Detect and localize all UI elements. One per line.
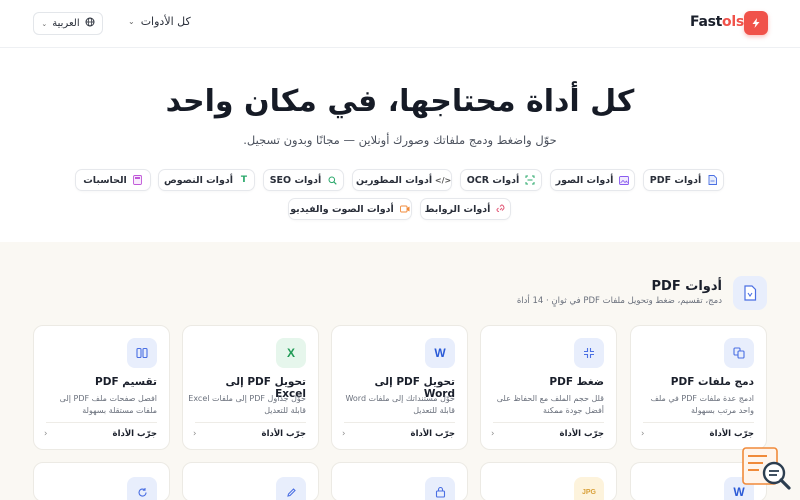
tool-description: ادمج عدة ملفات PDF في ملف واحد مرتب بسهو… — [650, 394, 754, 415]
chevron-down-icon: ⌄ — [128, 17, 135, 26]
split-icon — [127, 338, 157, 368]
category-chip-seo[interactable]: أدوات SEO — [263, 169, 344, 191]
tool-card-jpg[interactable]: JPG — [480, 462, 617, 500]
all-tools-menu[interactable]: كل الأدوات ⌄ — [128, 15, 191, 28]
card-divider — [344, 422, 455, 423]
chevron-left-icon: ‹ — [342, 429, 346, 439]
hero-title: كل أداة محتاجها، في مكان واحد — [165, 84, 635, 119]
section-subtitle: دمج، تقسيم، ضغط وتحويل ملفات PDF في ثوان… — [516, 296, 722, 306]
category-chip-ocr[interactable]: أدوات OCR — [460, 169, 542, 191]
try-tool-link[interactable]: جرّب الأداة ‹ — [342, 429, 455, 439]
category-chip-images[interactable]: أدوات الصور — [550, 169, 635, 191]
language-label: العربية — [52, 18, 80, 29]
card-divider — [46, 422, 157, 423]
top-header: Fastols كل الأدوات ⌄ العربية ⌄ — [0, 0, 800, 48]
hero-subtitle: حوّل واضغط ودمج ملفاتك وصورك أونلاين — م… — [243, 133, 557, 147]
category-chip-pdf[interactable]: أدوات PDF — [643, 169, 724, 191]
card-divider — [493, 422, 604, 423]
card-divider — [643, 422, 754, 423]
logo-text[interactable]: Fastols — [690, 14, 744, 30]
tool-card-rotate-pdf[interactable] — [33, 462, 170, 500]
search-icon — [327, 175, 337, 185]
tool-title: دمج ملفات PDF — [670, 376, 754, 388]
compress-icon — [574, 338, 604, 368]
lock-icon — [425, 477, 455, 500]
try-tool-label: جرّب الأداة — [261, 429, 306, 439]
tool-card-merge-pdf[interactable]: دمج ملفات PDF ادمج عدة ملفات PDF في ملف … — [630, 325, 767, 450]
scan-icon — [525, 175, 535, 185]
category-label: أدوات المطورين — [355, 174, 433, 186]
jpg-glyph: JPG — [581, 488, 596, 496]
merge-icon — [724, 338, 754, 368]
category-label: الحاسبات — [83, 174, 127, 186]
card-divider — [195, 422, 306, 423]
category-chip-calculators[interactable]: الحاسبات — [75, 169, 151, 191]
tool-card-split-pdf[interactable]: تقسيم PDF افصل صفحات ملف PDF إلى ملفات م… — [33, 325, 170, 450]
tool-card-pdf-to-excel[interactable]: X تحويل PDF إلى Excel حوّل جداول PDF إلى… — [182, 325, 319, 450]
try-tool-link[interactable]: جرّب الأداة ‹ — [641, 429, 754, 439]
chevron-left-icon: ‹ — [193, 429, 197, 439]
tool-title: ضغط PDF — [549, 376, 604, 388]
pdf-section-icon — [733, 276, 767, 310]
chevron-left-icon: ‹ — [641, 429, 645, 439]
calculator-icon — [133, 175, 143, 185]
try-tool-label: جرّب الأداة — [559, 429, 604, 439]
category-label: أدوات الصوت والفيديو — [290, 203, 394, 215]
category-label: أدوات الصور — [555, 174, 614, 186]
jpg-icon: JPG — [574, 477, 604, 500]
category-chip-links[interactable]: أدوات الروابط — [420, 198, 511, 220]
all-tools-label: كل الأدوات — [140, 15, 191, 28]
logo-main: Fast — [690, 14, 723, 30]
category-label: أدوات النصوص — [164, 174, 233, 186]
try-tool-link[interactable]: جرّب الأداة ‹ — [44, 429, 157, 439]
category-chip-audio-video[interactable]: أدوات الصوت والفيديو — [288, 198, 412, 220]
pdf-file-icon — [707, 175, 717, 185]
link-icon — [496, 204, 506, 214]
category-label: أدوات SEO — [269, 174, 322, 186]
try-tool-link[interactable]: جرّب الأداة ‹ — [491, 429, 604, 439]
tool-card-pdf-to-word[interactable]: W تحويل PDF إلى Word حوّل مستنداتك إلى م… — [331, 325, 468, 450]
tool-description: حوّل مستنداتك إلى ملفات Word قابلة للتعد… — [345, 394, 455, 415]
try-tool-label: جرّب الأداة — [112, 429, 157, 439]
chevron-left-icon: ‹ — [491, 429, 495, 439]
tool-card-edit-pdf[interactable] — [182, 462, 319, 500]
logo-bolt-icon[interactable] — [744, 11, 768, 35]
code-icon: </> — [434, 175, 452, 185]
rotate-icon — [127, 477, 157, 500]
globe-icon — [85, 17, 95, 30]
chevron-down-icon: ⌄ — [41, 19, 48, 28]
try-tool-label: جرّب الأداة — [709, 429, 754, 439]
category-label: أدوات الروابط — [424, 203, 491, 215]
floating-search-widget-icon[interactable] — [741, 446, 793, 492]
excel-glyph: X — [287, 346, 296, 360]
word-glyph: W — [434, 346, 446, 360]
try-tool-label: جرّب الأداة — [410, 429, 455, 439]
category-label: أدوات PDF — [649, 174, 702, 186]
tool-title: تقسيم PDF — [95, 376, 157, 388]
tool-description: قلل حجم الملف مع الحفاظ على أفضل جودة مم… — [496, 394, 604, 415]
category-chip-developers[interactable]: </> أدوات المطورين — [352, 169, 452, 191]
language-selector[interactable]: العربية ⌄ — [33, 12, 103, 35]
category-chip-text[interactable]: T أدوات النصوص — [158, 169, 255, 191]
word-icon: W — [425, 338, 455, 368]
category-label: أدوات OCR — [466, 174, 520, 186]
tool-card-compress-pdf[interactable]: ضغط PDF قلل حجم الملف مع الحفاظ على أفضل… — [480, 325, 617, 450]
tool-description: افصل صفحات ملف PDF إلى ملفات مستقلة بسهو… — [59, 394, 157, 415]
tool-card-protect-pdf[interactable] — [331, 462, 468, 500]
text-icon: T — [240, 175, 248, 185]
section-title: أدوات PDF — [651, 279, 722, 294]
chevron-left-icon: ‹ — [44, 429, 48, 439]
excel-icon: X — [276, 338, 306, 368]
image-icon — [619, 175, 630, 185]
try-tool-link[interactable]: جرّب الأداة ‹ — [193, 429, 306, 439]
edit-icon — [276, 477, 306, 500]
video-icon — [399, 204, 410, 214]
tool-description: حوّل جداول PDF إلى ملفات Excel قابلة للت… — [188, 394, 306, 415]
logo-accent: ols — [722, 14, 744, 30]
